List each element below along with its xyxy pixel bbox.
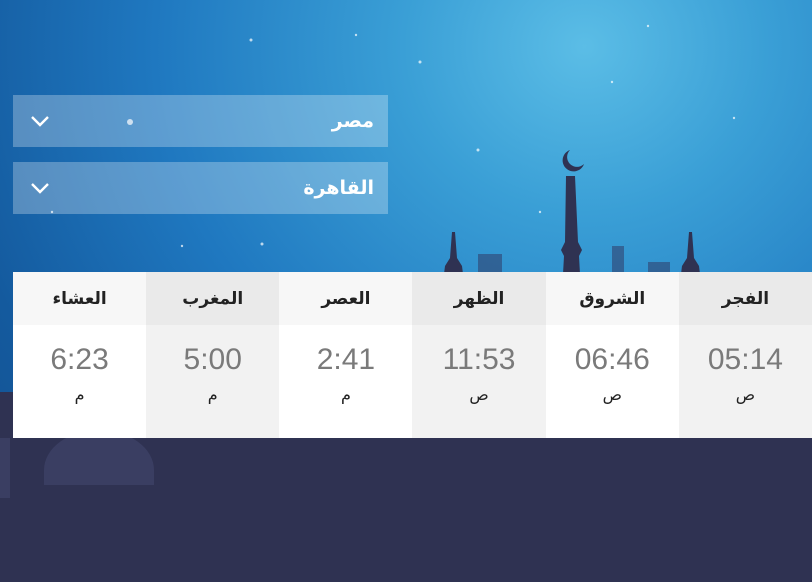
prayer-time: 6:23	[50, 343, 109, 376]
prayer-name: الفجر	[678, 272, 812, 325]
prayer-column-isha: العشاء 6:23 م	[12, 272, 147, 438]
prayer-name: الشروق	[545, 272, 679, 325]
prayer-cell: 2:41 م	[279, 325, 413, 438]
prayer-period: ص	[602, 385, 622, 404]
prayer-column-dhuhr: الظهر 11:53 ص	[412, 272, 546, 438]
chevron-down-icon	[29, 114, 51, 128]
prayer-time: 5:00	[183, 343, 242, 376]
city-select[interactable]: القاهرة	[13, 162, 388, 214]
prayer-name: العصر	[279, 272, 413, 325]
prayer-cell: 06:46 ص	[545, 325, 679, 438]
prayer-time: 06:46	[574, 343, 650, 376]
prayer-column-asr: العصر 2:41 م	[279, 272, 413, 438]
prayer-period: م	[207, 385, 218, 404]
prayer-name: العشاء	[12, 272, 147, 325]
prayer-column-sunrise: الشروق 06:46 ص	[545, 272, 679, 438]
prayer-cell: 11:53 ص	[412, 325, 546, 438]
prayer-column-maghrib: المغرب 5:00 م	[146, 272, 280, 438]
prayer-period: ص	[469, 385, 489, 404]
country-select-value: مصر	[331, 110, 374, 132]
prayer-cell: 05:14 ص	[678, 325, 812, 438]
chevron-down-icon	[29, 181, 51, 195]
city-select-value: القاهرة	[303, 177, 374, 199]
prayer-cell: 6:23 م	[12, 325, 147, 438]
prayer-column-fajr: الفجر 05:14 ص	[678, 272, 812, 438]
country-select[interactable]: مصر	[13, 95, 388, 147]
prayer-time: 2:41	[316, 343, 376, 376]
prayer-time: 11:53	[442, 343, 516, 376]
prayer-cell: 5:00 م	[146, 325, 280, 438]
prayer-period: م	[340, 385, 351, 404]
prayer-name: الظهر	[412, 272, 546, 325]
prayer-times-table: الفجر 05:14 ص الشروق 06:46 ص الظهر 11:53…	[12, 272, 812, 438]
prayer-name: المغرب	[146, 272, 280, 325]
prayer-period: ص	[735, 385, 756, 404]
prayer-period: م	[74, 385, 85, 404]
prayer-time: 05:14	[707, 343, 783, 376]
